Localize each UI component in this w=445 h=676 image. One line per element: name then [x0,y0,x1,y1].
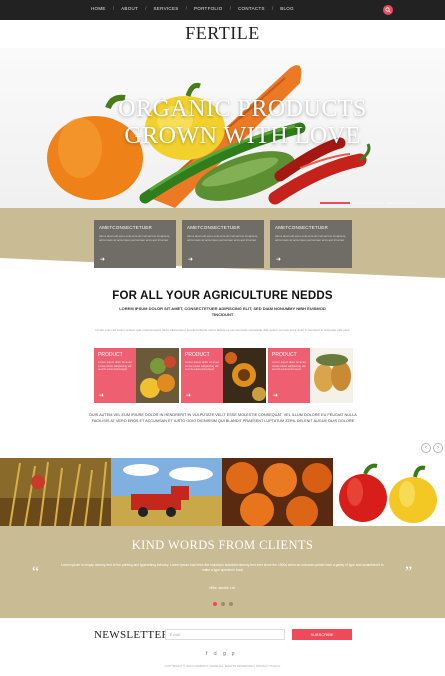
logo-bar: FERTILE [0,20,445,48]
arrow-right-icon[interactable]: ➜ [186,392,191,399]
product-title: PRODUCT [272,352,297,358]
nav-item-services[interactable]: SERVICES [154,6,186,12]
testimonial-dot-1[interactable] [213,602,217,606]
nav-item-blog[interactable]: BLOG [280,6,301,12]
product-text: Lorem ipsum dolor sit amet conse ctetur … [98,360,132,372]
search-icon [385,7,391,13]
feature-text: Aet a amet elit eros erat eros ac consec… [275,234,346,242]
hero-slider: ORGANIC PRODUCTS GROWN WITH LOVE [0,48,445,208]
facebook-icon[interactable]: f [206,651,207,657]
hero-line-1: ORGANIC PRODUCTS [118,96,367,122]
produce-image [136,348,179,403]
arrow-right-icon[interactable]: ➜ [99,392,104,399]
pumpkins-photo [222,458,333,526]
feature-box-2: AMETCONSECTETUER Aet a amet elit eros er… [182,220,264,268]
hero-headline: ORGANIC PRODUCTS GROWN WITH LOVE [40,96,445,150]
nav-item-about[interactable]: ABOUT [121,6,145,12]
nav-item-portfolio[interactable]: PORTFOLIO [194,6,230,12]
prev-arrow-icon[interactable]: ‹ [421,443,431,453]
twitter-icon[interactable]: 𝕕 [213,651,217,657]
section-subtitle: LOREM IPSUM DOLOR SIT AMET, CONSECTETUER… [119,306,326,317]
testimonial-dot-2[interactable] [221,602,225,606]
product-card-3: PRODUCT Lorem ipsum dolor sit amet conse… [268,348,353,403]
slider-dot-2[interactable] [353,202,383,204]
feature-text: Aet a amet elit eros erat eros ac consec… [99,234,170,242]
feature-title: AMETCONSECTETUER [187,225,240,230]
quote-open-icon: “ [32,564,40,581]
site-logo[interactable]: FERTILE [0,23,445,44]
produce-image [223,348,266,403]
slider-pagination [320,202,416,204]
subscribe-button[interactable]: SUBSCRIBE [292,629,352,640]
product-title: PRODUCT [98,352,123,358]
product-card-1: PRODUCT Lorem ipsum dolor sit amet conse… [94,348,179,403]
arrow-right-icon[interactable]: ➜ [100,256,105,263]
arrow-right-icon[interactable]: ➜ [188,256,193,263]
testimonial-quote: Lorem ipsum is simply dummy text of the … [61,563,384,572]
feature-box-3: AMETCONSECTETUER Aet a amet elit eros er… [270,220,352,268]
hero-line-2: GROWN WITH LOVE [124,123,361,149]
product-text: Lorem ipsum dolor sit amet conse ctetur … [185,360,219,372]
search-button[interactable] [383,5,393,15]
nav-menu: HOME / ABOUT / SERVICES / PORTFOLIO / CO… [91,6,301,12]
testimonial-author: Mike Jacobs Ltd. [209,586,236,590]
product-text: Lorem ipsum dolor sit amet conse ctetur … [272,360,306,372]
newsletter-label: NEWSLETTER [94,629,170,641]
nav-item-home[interactable]: HOME [91,6,113,12]
testimonials-section: KIND WORDS FROM CLIENTS “ Lorem ipsum is… [0,526,445,618]
section-title: FOR ALL YOUR AGRICULTURE NEDDS [112,290,333,302]
next-arrow-icon[interactable]: › [433,443,443,453]
feature-box-1: AMETCONSECTETUER Aet a amet elit eros er… [94,220,176,268]
section-body: Ut wisi enim ad minim veniam quis nostru… [95,328,350,332]
testimonial-pagination [213,602,233,606]
product-card-2: PRODUCT Lorem ipsum dolor sit amet conse… [181,348,266,403]
product-card-text: PRODUCT Lorem ipsum dolor sit amet conse… [181,348,223,403]
nav-separator: / [271,6,274,12]
top-nav: HOME / ABOUT / SERVICES / PORTFOLIO / CO… [0,0,445,20]
produce-image [310,348,353,403]
section-footer-text: DUIS AUTEM VEL EUM IRIURE DOLOR IN HENDR… [89,413,357,423]
quote-close-icon: ” [405,564,413,581]
nav-item-contacts[interactable]: CONTACTS [238,6,272,12]
nav-separator: / [145,6,147,12]
product-title: PRODUCT [185,352,210,358]
gplus-icon[interactable]: g [223,651,226,657]
feature-title: AMETCONSECTETUER [99,225,152,230]
slider-dot-3[interactable] [386,202,416,204]
testimonial-dot-3[interactable] [229,602,233,606]
product-card-text: PRODUCT Lorem ipsum dolor sit amet conse… [268,348,310,403]
slider-dot-1[interactable] [320,202,350,204]
harvester-photo [111,458,222,526]
feature-text: Aet a amet elit eros erat eros ac consec… [187,234,258,242]
copyright-text: COPYRIGHT © 2014 COMPANY NAME ALL RIGHTS… [164,664,281,668]
arrow-right-icon[interactable]: ➜ [273,392,278,399]
newsletter-email-input[interactable]: E-mail [165,629,285,640]
testimonials-title: KIND WORDS FROM CLIENTS [131,538,314,552]
nav-separator: / [229,6,231,12]
nav-separator: / [112,6,115,12]
pinterest-icon[interactable]: p [232,651,235,657]
product-card-text: PRODUCT Lorem ipsum dolor sit amet conse… [94,348,136,403]
nav-separator: / [185,6,187,12]
wheat-photo [0,458,111,526]
feature-title: AMETCONSECTETUER [275,225,328,230]
arrow-right-icon[interactable]: ➜ [276,256,281,263]
peppers-photo [333,458,445,526]
social-links: f 𝕕 g p [206,651,235,657]
